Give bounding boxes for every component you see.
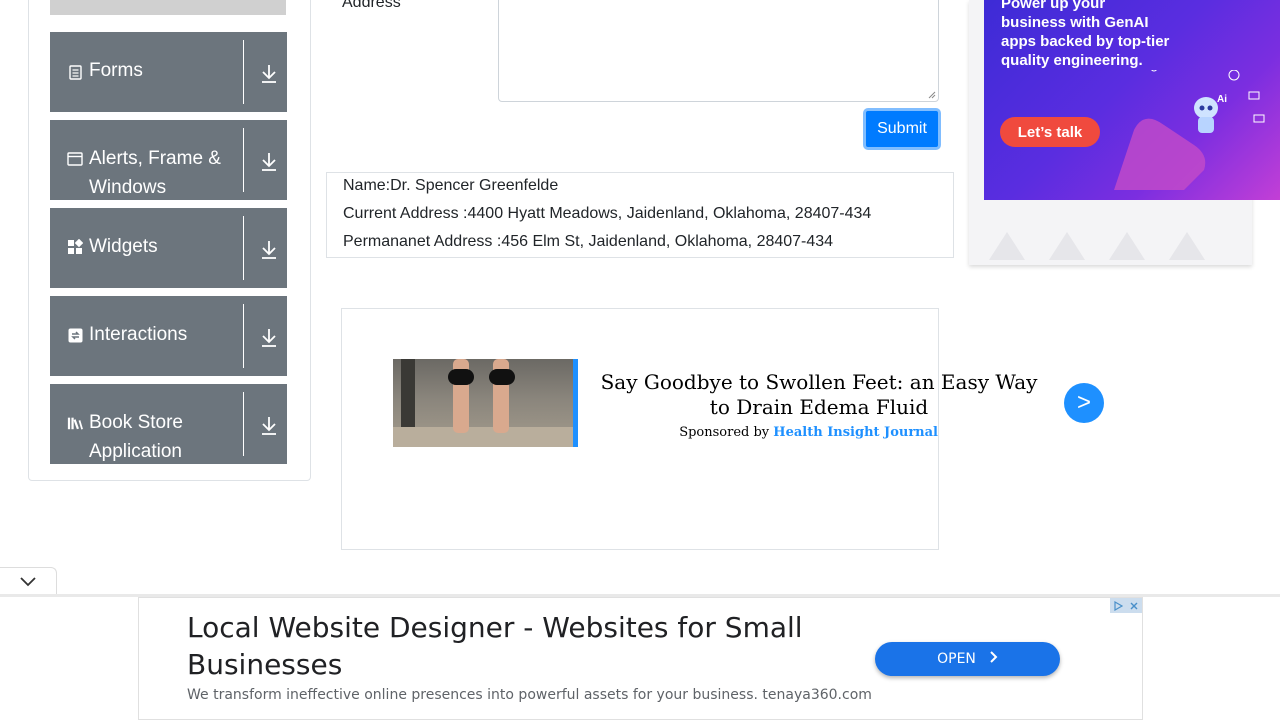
sidebar-group-label: Widgets bbox=[89, 236, 158, 257]
ad-next-arrow-button[interactable]: > bbox=[1064, 383, 1104, 423]
ad-choices[interactable] bbox=[1110, 598, 1142, 613]
download-icon[interactable] bbox=[259, 150, 279, 172]
sidebar-group-forms[interactable]: Forms bbox=[50, 32, 287, 112]
ad-sponsor-name[interactable]: Health Insight Journal bbox=[773, 425, 938, 440]
sidebar-group-alerts[interactable]: Alerts, Frame & Windows bbox=[50, 120, 287, 200]
sidebar-previous-item[interactable] bbox=[50, 0, 286, 15]
books-icon bbox=[67, 415, 83, 431]
output-permanent-address: Permananet Address :456 Elm St, Jaidenla… bbox=[343, 233, 834, 250]
open-button-label: OPEN bbox=[937, 651, 976, 667]
right-banner-ad[interactable]: Power up your business with GenAI apps b… bbox=[984, 0, 1280, 200]
sidebar-group-label: Interactions bbox=[89, 324, 188, 345]
widgets-icon bbox=[67, 239, 83, 255]
close-icon[interactable] bbox=[1126, 598, 1142, 613]
bottom-ad-open-button[interactable]: OPEN bbox=[875, 642, 1060, 676]
download-icon[interactable] bbox=[259, 62, 279, 84]
output-current-address: Current Address :4400 Hyatt Meadows, Jai… bbox=[343, 205, 872, 222]
resize-grip-icon[interactable] bbox=[926, 89, 936, 99]
bottom-ad-description: We transform ineffective online presence… bbox=[187, 687, 872, 703]
bottom-ad-title[interactable]: Local Website Designer - Websites for Sm… bbox=[187, 609, 847, 683]
sidebar-group-widgets[interactable]: Widgets bbox=[50, 208, 287, 288]
chevron-right-icon bbox=[990, 651, 998, 667]
submit-button[interactable]: Submit bbox=[863, 108, 941, 150]
sidebar-group-label: Forms bbox=[89, 60, 143, 81]
output-name: Name:Dr. Spencer Greenfelde bbox=[343, 177, 559, 194]
bottom-ad-banner[interactable]: Local Website Designer - Websites for Sm… bbox=[138, 597, 1143, 720]
sidebar-group-label: Book Store Application bbox=[89, 412, 183, 462]
download-icon[interactable] bbox=[259, 414, 279, 436]
ad-image[interactable] bbox=[393, 359, 578, 447]
window-icon bbox=[67, 151, 83, 167]
output-panel: Name:Dr. Spencer Greenfelde Current Addr… bbox=[326, 172, 954, 258]
download-icon[interactable] bbox=[259, 326, 279, 348]
lets-talk-button[interactable]: Let’s talk bbox=[1000, 117, 1100, 147]
sidebar-group-book-store[interactable]: Book Store Application bbox=[50, 384, 287, 464]
collapse-ad-button[interactable] bbox=[0, 567, 57, 595]
download-icon[interactable] bbox=[259, 238, 279, 260]
page: Forms Alerts, Frame & Windows Widgets In… bbox=[0, 0, 1280, 720]
right-banner-text: Power up your business with GenAI apps b… bbox=[1001, 0, 1170, 69]
permanent-address-label: Address bbox=[342, 0, 401, 11]
permanent-address-textarea[interactable] bbox=[498, 0, 939, 102]
form-icon bbox=[67, 64, 83, 80]
chevron-down-icon bbox=[20, 576, 36, 586]
right-banner-ai-badge: Ai bbox=[1217, 94, 1227, 105]
ad-sponsor-prefix: Sponsored by bbox=[679, 425, 770, 440]
sidebar-group-label: Alerts, Frame & Windows bbox=[89, 148, 221, 198]
ad-info-icon[interactable] bbox=[1110, 598, 1126, 613]
sidebar-group-interactions[interactable]: Interactions bbox=[50, 296, 287, 376]
ad-title[interactable]: Say Goodbye to Swollen Feet: an Easy Way… bbox=[598, 370, 1040, 420]
robot-hand-illustration: Ai bbox=[1114, 70, 1265, 190]
ad-sponsor-line: Sponsored by Health Insight Journal bbox=[598, 425, 1040, 440]
interactions-icon bbox=[67, 327, 83, 343]
